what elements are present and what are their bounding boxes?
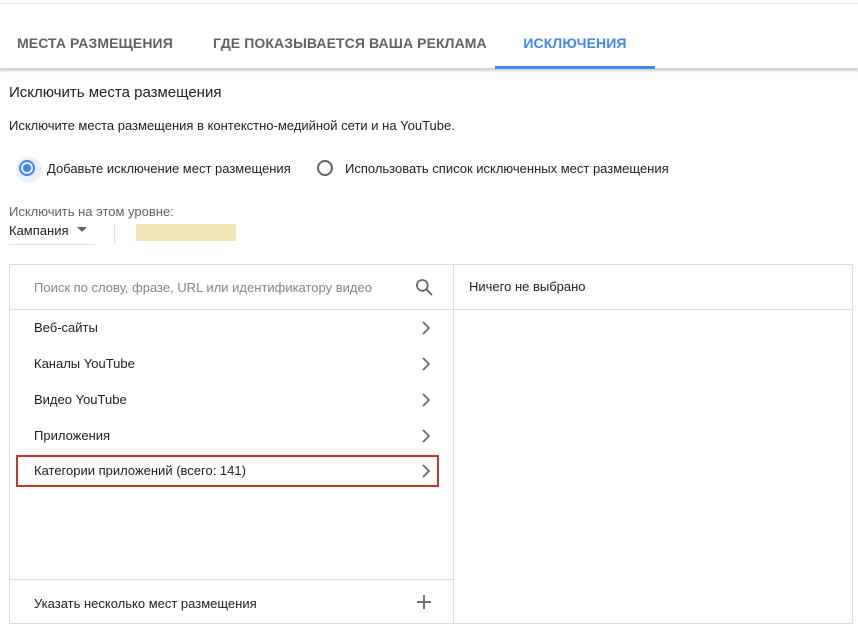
list-item-websites[interactable]: Веб-сайты: [16, 312, 446, 344]
vertical-divider: [114, 224, 115, 244]
redacted-campaign-name: [136, 224, 236, 241]
dropdown-arrow-icon: [77, 227, 87, 232]
tab-exclusions[interactable]: ИСКЛЮЧЕНИЯ: [495, 4, 655, 68]
section-description: Исключите места размещения в контекстно-…: [9, 118, 455, 133]
radio-label: Добавьте исключение мест размещения: [47, 160, 291, 176]
plus-icon[interactable]: [414, 592, 434, 612]
list-item-label: Видео YouTube: [34, 392, 127, 407]
list-item-label: Категории приложений (всего: 141): [34, 463, 246, 478]
list-item-youtube-channels[interactable]: Каналы YouTube: [16, 348, 446, 380]
search-icon[interactable]: [414, 277, 434, 297]
selected-column: Ничего не выбрано: [454, 265, 852, 623]
radio-focus-halo: [16, 157, 42, 183]
list-item-apps[interactable]: Приложения: [16, 420, 446, 452]
radio-add-exclusion[interactable]: Добавьте исключение мест размещения: [16, 157, 291, 183]
list-item-app-categories[interactable]: Категории приложений (всего: 141): [16, 455, 439, 487]
radio-button-checked[interactable]: [16, 157, 42, 183]
chevron-right-icon: [422, 464, 431, 478]
search-input[interactable]: [34, 277, 404, 297]
bulk-add-label: Указать несколько мест размещения: [34, 596, 257, 611]
chevron-right-icon: [422, 357, 431, 371]
browse-column: Веб-сайты Каналы YouTube Видео YouTube П…: [10, 265, 454, 623]
selected-empty-label: Ничего не выбрано: [469, 279, 586, 294]
tab-placements[interactable]: МЕСТА РАЗМЕЩЕНИЯ: [17, 4, 173, 68]
tab-bar: МЕСТА РАЗМЕЩЕНИЯ ГДЕ ПОКАЗЫВАЕТСЯ ВАША Р…: [0, 4, 858, 69]
list-item-label: Приложения: [34, 428, 111, 443]
list-item-label: Каналы YouTube: [34, 356, 135, 371]
bulk-add-placements[interactable]: Указать несколько мест размещения: [10, 579, 453, 624]
radio-use-exclusion-list[interactable]: Использовать список исключенных мест раз…: [317, 157, 669, 179]
chevron-right-icon: [422, 321, 431, 335]
search-row: [10, 265, 453, 310]
chevron-right-icon: [422, 429, 431, 443]
active-tab-indicator: [495, 66, 655, 69]
tab-where-ads-showed[interactable]: ГДЕ ПОКАЗЫВАЕТСЯ ВАША РЕКЛАМА: [213, 4, 487, 68]
chevron-right-icon: [422, 393, 431, 407]
section-heading: Исключить места размещения: [9, 84, 222, 101]
radio-button-unchecked[interactable]: [317, 160, 333, 176]
placement-browser: Веб-сайты Каналы YouTube Видео YouTube П…: [9, 264, 853, 624]
level-dropdown-value: Кампания: [9, 223, 69, 238]
list-item-youtube-videos[interactable]: Видео YouTube: [16, 384, 446, 416]
level-dropdown[interactable]: Кампания: [9, 220, 95, 245]
list-item-label: Веб-сайты: [34, 320, 98, 335]
radio-label: Использовать список исключенных мест раз…: [345, 160, 669, 176]
level-label: Исключить на этом уровне:: [9, 204, 174, 219]
selected-header: Ничего не выбрано: [454, 265, 852, 310]
